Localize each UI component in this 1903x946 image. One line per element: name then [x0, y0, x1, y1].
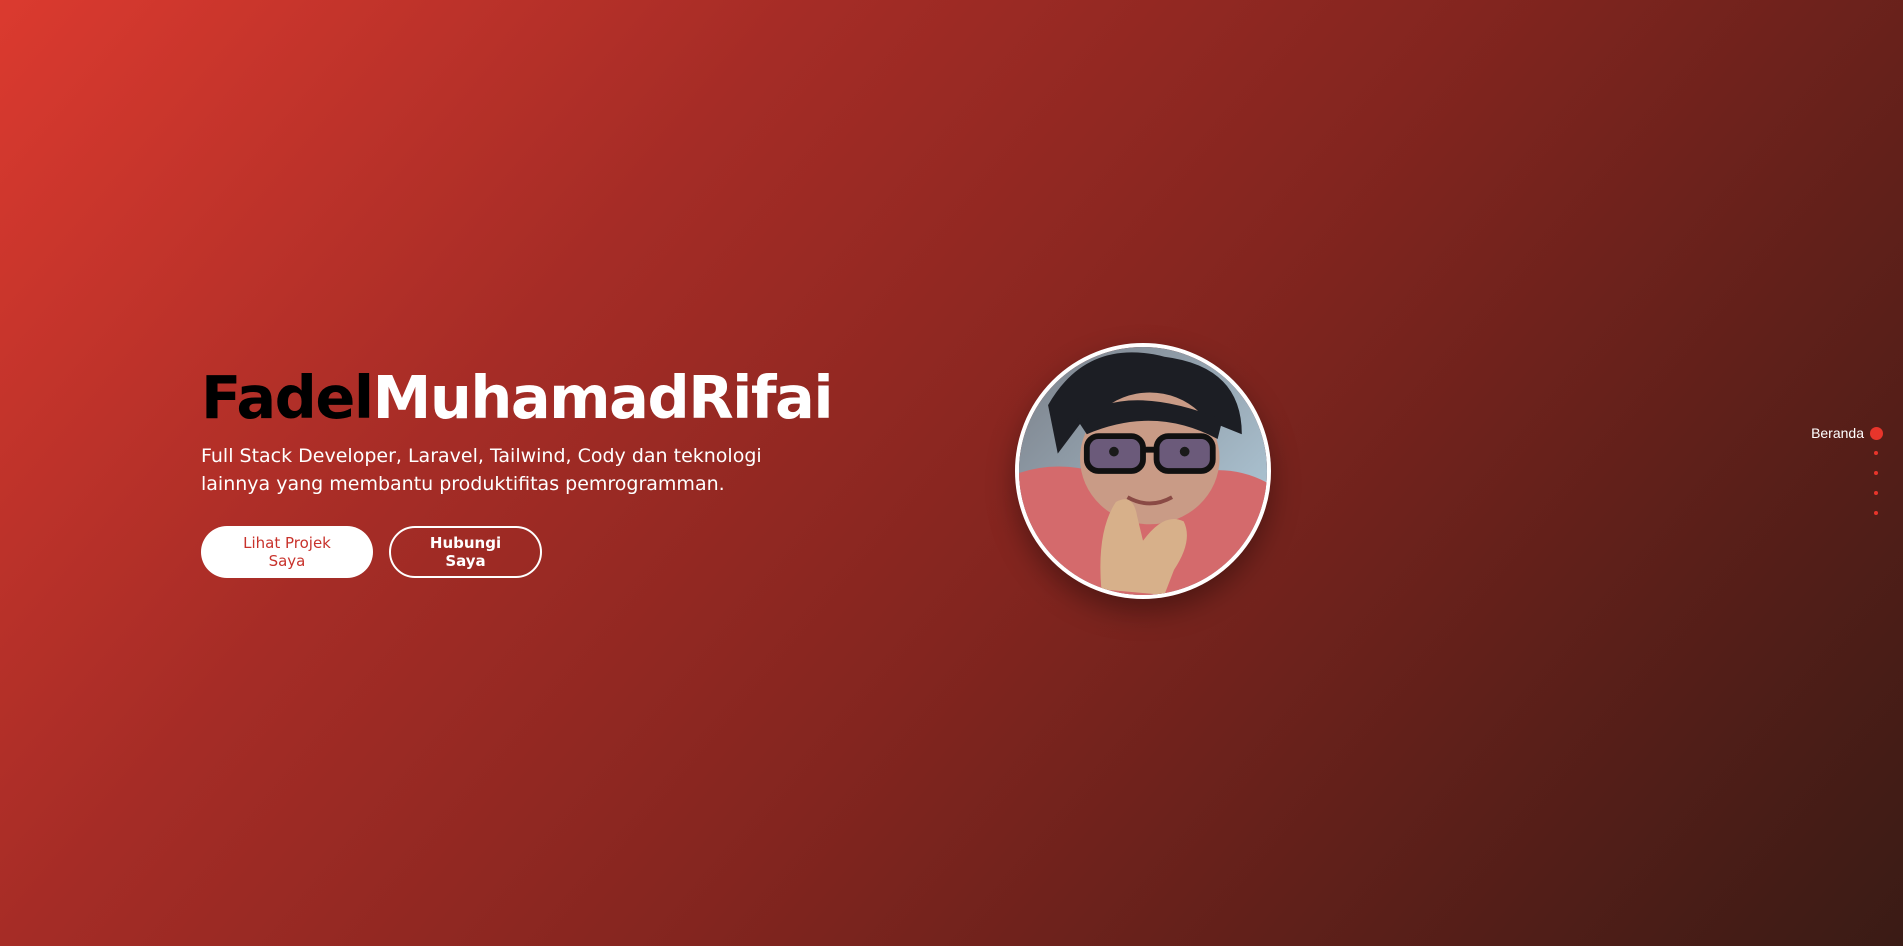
- hero-title-last-name: MuhamadRifai: [372, 363, 834, 432]
- nav-item-4[interactable]: [1874, 483, 1883, 503]
- hero-actions: Lihat Projek Saya Hubungi Saya: [201, 526, 821, 578]
- hero-subtitle: Full Stack Developer, Laravel, Tailwind,…: [201, 445, 762, 495]
- nav-item-3[interactable]: [1874, 463, 1883, 483]
- profile-photo-icon: [1019, 347, 1267, 595]
- nav-dot[interactable]: [1874, 491, 1878, 495]
- hero-title-first-name: Fadel: [201, 363, 374, 432]
- nav-dot[interactable]: [1874, 471, 1878, 475]
- nav-item-label: Beranda: [1811, 425, 1864, 441]
- nav-dot[interactable]: [1874, 511, 1878, 515]
- profile-avatar: [1015, 343, 1271, 599]
- hero-title: FadelMuhamadRifai: [201, 362, 834, 434]
- nav-item-5[interactable]: [1874, 503, 1883, 523]
- hero-section: FadelMuhamadRifai Full Stack Developer, …: [0, 0, 1903, 946]
- nav-dot[interactable]: [1874, 451, 1878, 455]
- nav-item-2[interactable]: [1874, 443, 1883, 463]
- view-projects-button[interactable]: Lihat Projek Saya: [201, 526, 373, 578]
- section-nav: Beranda: [1811, 423, 1883, 523]
- contact-button[interactable]: Hubungi Saya: [389, 526, 542, 578]
- nav-item-beranda[interactable]: Beranda: [1811, 423, 1883, 443]
- nav-dot-active[interactable]: [1870, 426, 1883, 440]
- hero-intro: FadelMuhamadRifai Full Stack Developer, …: [201, 362, 834, 578]
